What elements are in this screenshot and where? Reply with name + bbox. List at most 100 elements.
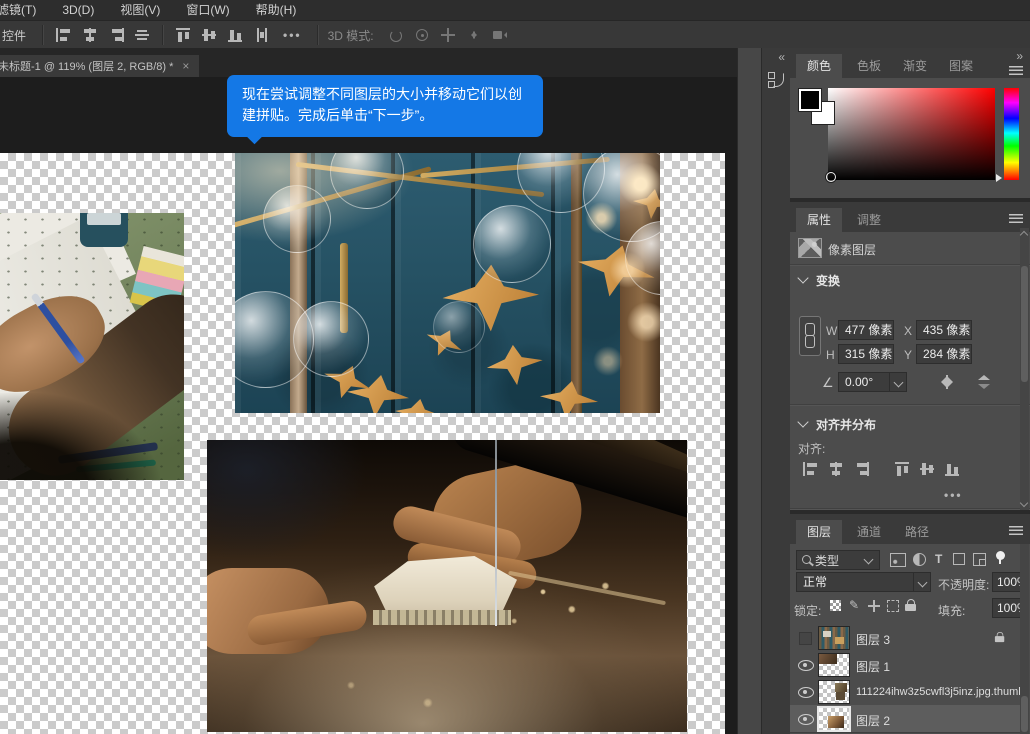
3d-orbit-icon[interactable] xyxy=(389,28,403,42)
align-collapse-icon[interactable] xyxy=(797,416,808,427)
filter-type-layers-icon[interactable]: T xyxy=(935,553,949,565)
properties-panel-menu-icon[interactable] xyxy=(1009,214,1023,223)
show-transform-controls-label[interactable]: 控件 xyxy=(0,27,35,44)
more-align-icon[interactable]: ••• xyxy=(944,488,963,502)
tab-paths[interactable]: 路径 xyxy=(894,520,940,544)
lock-artboard-icon[interactable] xyxy=(887,600,899,612)
filter-toggle-icon[interactable] xyxy=(996,551,1005,560)
visibility-eye-icon[interactable] xyxy=(798,714,814,725)
distribute-horizontal-icon[interactable] xyxy=(254,28,270,42)
angle-dropdown[interactable] xyxy=(889,372,907,392)
tab-color[interactable]: 颜色 xyxy=(796,54,842,78)
tab-patterns[interactable]: 图案 xyxy=(938,54,984,78)
align-right-edges-icon[interactable] xyxy=(853,462,869,476)
align-left-edges-icon[interactable] xyxy=(56,28,72,42)
align-vertical-centers-icon[interactable] xyxy=(202,28,218,42)
menu-window[interactable]: 窗口(W) xyxy=(173,0,242,20)
lock-all-icon[interactable] xyxy=(905,599,917,611)
tab-channels[interactable]: 通道 xyxy=(846,520,892,544)
align-bottom-edges-icon[interactable] xyxy=(945,462,961,476)
layer-thumbnail-selected[interactable] xyxy=(818,707,850,731)
x-input[interactable]: 435 像素 xyxy=(916,320,972,340)
width-input[interactable]: 477 像素 xyxy=(838,320,894,340)
layer-name[interactable]: 图层 2 xyxy=(856,712,890,729)
color-picker-ring[interactable] xyxy=(826,172,836,182)
learn-panel-icon[interactable] xyxy=(768,70,784,88)
layer-row[interactable]: 图层 1 xyxy=(790,651,1020,679)
layer-row[interactable]: 图层 3 xyxy=(790,624,1020,652)
align-top-edges-icon[interactable] xyxy=(895,462,911,476)
distribute-vertical-icon[interactable] xyxy=(134,28,150,42)
3d-roll-icon[interactable] xyxy=(415,28,429,42)
photo-layer-tattoo-hand-drawing[interactable] xyxy=(0,213,184,480)
hue-slider-marker[interactable] xyxy=(996,174,1002,182)
scroll-up-icon[interactable] xyxy=(1020,231,1028,239)
align-horizontal-centers-icon[interactable] xyxy=(828,462,844,476)
scroll-down-icon[interactable] xyxy=(1020,499,1028,507)
height-input[interactable]: 315 像素 xyxy=(838,344,894,364)
menu-3d[interactable]: 3D(D) xyxy=(49,0,107,20)
layers-panel-menu-icon[interactable] xyxy=(1009,526,1023,535)
visibility-eye-icon[interactable] xyxy=(798,660,814,671)
color-saturation-brightness-field[interactable] xyxy=(828,88,995,180)
3d-pan-icon[interactable] xyxy=(441,28,455,42)
align-right-edges-icon[interactable] xyxy=(108,28,124,42)
properties-scrollbar-thumb[interactable] xyxy=(1021,266,1028,382)
menu-filter[interactable]: 滤镜(T) xyxy=(0,0,49,20)
align-horizontal-centers-icon[interactable] xyxy=(82,28,98,42)
menu-view[interactable]: 视图(V) xyxy=(107,0,173,20)
align-top-edges-icon[interactable] xyxy=(176,28,192,42)
photo-layer-crane-panels-chandelier[interactable] xyxy=(235,153,660,413)
layers-scrollbar-thumb[interactable] xyxy=(1021,696,1028,732)
align-vertical-centers-icon[interactable] xyxy=(920,462,936,476)
layer-name[interactable]: 111224ihw3z5cwfl3j5inz.jpg.thumb xyxy=(856,686,1024,698)
flip-vertical-icon[interactable] xyxy=(976,375,992,389)
document-tab[interactable]: 未标题-1 @ 119% (图层 2, RGB/8) * × xyxy=(0,55,199,77)
layers-scrollbar[interactable] xyxy=(1020,544,1029,734)
lock-position-icon[interactable] xyxy=(868,600,880,612)
tab-close-icon[interactable]: × xyxy=(182,59,189,73)
menu-help[interactable]: 帮助(H) xyxy=(243,0,310,20)
color-panel-menu-icon[interactable] xyxy=(1009,66,1023,75)
photo-shape xyxy=(207,440,687,732)
tab-swatches[interactable]: 色板 xyxy=(846,54,892,78)
y-input[interactable]: 284 像素 xyxy=(916,344,972,364)
align-bottom-edges-icon[interactable] xyxy=(228,28,244,42)
lock-image-pixels-icon[interactable]: ✎ xyxy=(849,599,863,611)
layer-thumbnail[interactable] xyxy=(818,626,850,650)
angle-input[interactable]: 0.00° xyxy=(838,372,890,392)
3d-camera-icon[interactable] xyxy=(493,28,507,42)
tab-adjustments[interactable]: 调整 xyxy=(846,208,892,232)
visibility-toggle-empty[interactable] xyxy=(799,632,812,645)
flip-horizontal-icon[interactable] xyxy=(936,375,958,389)
filter-adjustment-layers-icon[interactable] xyxy=(913,553,926,566)
layer-row-selected[interactable]: 图层 2 xyxy=(790,705,1020,733)
tab-gradients[interactable]: 渐变 xyxy=(892,54,938,78)
layer-thumbnail[interactable] xyxy=(818,680,850,704)
blend-mode-dropdown[interactable]: 正常 xyxy=(796,572,914,592)
more-align-options-icon[interactable]: ••• xyxy=(283,28,302,42)
foreground-color-swatch[interactable] xyxy=(798,88,822,112)
tab-properties[interactable]: 属性 xyxy=(796,208,842,232)
visibility-eye-icon[interactable] xyxy=(798,687,814,698)
blend-mode-chevron[interactable] xyxy=(913,572,931,592)
filter-smart-objects-icon[interactable] xyxy=(973,553,986,566)
layer-name[interactable]: 图层 1 xyxy=(856,658,890,675)
layer-thumbnail[interactable] xyxy=(818,653,850,677)
3d-slide-icon[interactable] xyxy=(467,28,481,42)
hue-slider[interactable] xyxy=(1004,88,1019,180)
filter-shape-layers-icon[interactable] xyxy=(953,553,965,565)
photo-layer-sawing-hands[interactable] xyxy=(207,440,687,732)
layer-filter-type-dropdown[interactable]: 类型 xyxy=(796,550,880,570)
expand-dock-icon[interactable]: » xyxy=(1016,49,1023,63)
lock-transparent-pixels-icon[interactable] xyxy=(830,600,841,611)
filter-pixel-layers-icon[interactable] xyxy=(890,553,906,567)
collapse-dock-icon[interactable]: « xyxy=(778,50,785,64)
layer-name[interactable]: 图层 3 xyxy=(856,631,890,648)
layer-row[interactable]: 111224ihw3z5cwfl3j5inz.jpg.thumb xyxy=(790,678,1020,706)
tab-layers[interactable]: 图层 xyxy=(796,520,842,544)
link-dimensions-button[interactable] xyxy=(799,316,821,356)
properties-scrollbar[interactable] xyxy=(1020,228,1029,510)
transform-collapse-icon[interactable] xyxy=(797,272,808,283)
align-left-edges-icon[interactable] xyxy=(803,462,819,476)
